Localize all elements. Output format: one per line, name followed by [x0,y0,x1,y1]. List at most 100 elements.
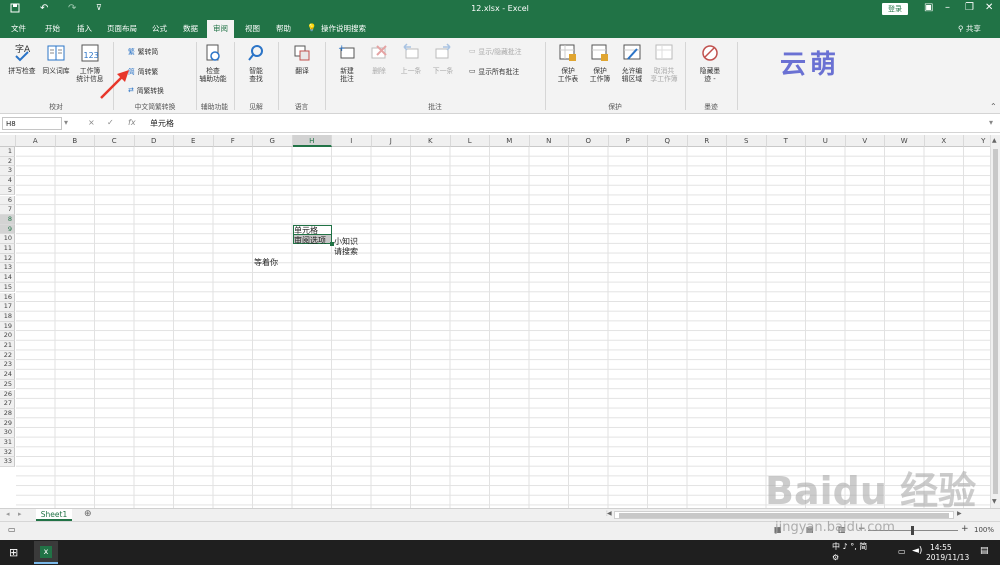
maximize-icon[interactable]: ❐ [965,2,974,13]
column-header-v[interactable]: V [845,135,885,147]
scroll-sheets-left-icon[interactable]: ◂ [6,510,10,518]
column-header-m[interactable]: M [490,135,530,147]
tab-help[interactable]: 帮助 [276,23,291,34]
enter-icon[interactable]: ✓ [107,118,114,127]
scroll-sheets-right-icon[interactable]: ▸ [18,510,22,518]
column-header-c[interactable]: C [95,135,135,147]
select-all-corner[interactable] [0,135,16,147]
share-button[interactable]: ⚲ 共享 [958,23,981,34]
vertical-scroll-thumb[interactable] [993,149,998,494]
name-box[interactable]: H8 [2,117,62,130]
next-comment-button[interactable]: 下一条 [428,43,458,75]
tell-me-search[interactable]: 操作说明搜索 [321,23,366,34]
column-header-y[interactable]: Y [964,135,990,147]
ime-indicator[interactable]: 中 ♪ °, 简 [832,541,867,552]
previous-comment-button[interactable]: 上一条 [396,43,426,75]
row-header-13[interactable]: 13 [0,263,15,274]
row-header-9[interactable]: 9 [0,224,15,235]
column-header-s[interactable]: S [727,135,767,147]
translate-button[interactable]: 翻译 [286,43,318,75]
column-header-o[interactable]: O [569,135,609,147]
delete-comment-button[interactable]: 删除 [365,43,393,75]
spreadsheet-grid[interactable]: ABCDEFGHIJKLMNOPQRSTUVWXY 1 2 3 4 5 6 7 8 9 10 11 1… [0,135,990,508]
vertical-scrollbar[interactable]: ▲ ▼ [990,135,1000,508]
collapse-ribbon-icon[interactable]: ⌃ [990,102,997,111]
column-header-n[interactable]: N [529,135,569,147]
spelling-button[interactable]: 字A 拼写检查 [6,43,38,75]
zoom-slider-thumb[interactable] [911,526,914,535]
column-header-t[interactable]: T [766,135,806,147]
tab-file[interactable]: 文件 [11,23,26,34]
tab-view[interactable]: 视图 [245,23,260,34]
login-button[interactable]: 登录 [882,3,908,15]
scroll-down-icon[interactable]: ▼ [992,498,997,505]
column-header-u[interactable]: U [806,135,846,147]
row-header-28[interactable]: 28 [0,408,15,419]
check-accessibility-button[interactable]: 检查 辅助功能 [195,43,231,83]
column-header-q[interactable]: Q [648,135,688,147]
row-header-11[interactable]: 11 [0,244,15,254]
row-header-3[interactable]: 3 [0,166,15,177]
row-header-20[interactable]: 20 [0,331,15,341]
network-icon[interactable]: ▭ [898,547,906,556]
column-header-i[interactable]: I [332,135,372,147]
thesaurus-button[interactable]: 同义词库 [40,43,72,75]
row-header-16[interactable]: 16 [0,292,15,303]
insert-function-icon[interactable]: fx [128,118,136,127]
column-header-x[interactable]: X [924,135,964,147]
name-box-dropdown-icon[interactable]: ▾ [64,118,68,127]
row-header-6[interactable]: 6 [0,195,15,206]
formula-input[interactable]: 单元格 [150,118,174,129]
cell-h9[interactable]: 审阅选项 [294,235,326,246]
ribbon-display-icon[interactable]: ▣ [924,2,933,13]
new-comment-button[interactable]: + 新建 批注 [332,43,362,83]
protect-workbook-button[interactable]: 保护 工作簿 [585,43,615,83]
minimize-icon[interactable]: – [945,2,950,13]
tab-data[interactable]: 数据 [183,23,198,34]
column-header-f[interactable]: F [213,135,253,147]
scroll-left-icon[interactable]: ◀ [607,510,612,517]
show-hide-comment-button[interactable]: ▭ 显示/隐藏批注 [469,46,522,56]
row-header-18[interactable]: 18 [0,311,15,322]
row-header-2[interactable]: 2 [0,156,15,167]
scroll-up-icon[interactable]: ▲ [992,137,997,144]
notifications-icon[interactable]: ▤ [980,546,989,556]
column-header-a[interactable]: A [16,135,56,147]
row-header-26[interactable]: 26 [0,389,15,400]
row-header-8[interactable]: 8 [0,214,15,225]
tab-home[interactable]: 开始 [45,23,60,34]
sheet-tab-sheet1[interactable]: Sheet1 [36,509,72,521]
row-header-30[interactable]: 30 [0,428,15,438]
row-header-1[interactable]: 1 [0,147,15,157]
protect-sheet-button[interactable]: 保护 工作表 [552,43,584,83]
allow-edit-ranges-button[interactable]: 允许编 辑区域 [617,43,647,83]
row-header-14[interactable]: 14 [0,273,15,283]
column-header-b[interactable]: B [55,135,95,147]
column-header-h[interactable]: H [292,135,332,147]
zoom-in-icon[interactable]: + [961,524,969,534]
column-header-p[interactable]: P [608,135,648,147]
cancel-icon[interactable]: × [88,118,95,127]
show-all-comments-button[interactable]: ▭ 显示所有批注 [469,66,519,76]
tab-page-layout[interactable]: 页面布局 [107,23,137,34]
row-header-21[interactable]: 21 [0,341,15,351]
expand-formula-icon[interactable]: ▾ [989,118,993,127]
row-header-10[interactable]: 10 [0,234,15,244]
row-header-4[interactable]: 4 [0,176,15,186]
row-header-22[interactable]: 22 [0,350,15,361]
cell-g11[interactable]: 等着你 [254,257,278,268]
row-header-12[interactable]: 12 [0,253,15,264]
row-header-25[interactable]: 25 [0,379,15,390]
zoom-level[interactable]: 100% [974,526,994,534]
excel-taskbar-button[interactable]: x [34,541,58,564]
row-header-29[interactable]: 29 [0,418,15,429]
ime-settings-icon[interactable]: ⚙ [832,553,839,562]
unshare-workbook-button[interactable]: 取消共 享工作簿 [648,43,680,83]
cell-area[interactable] [16,147,990,508]
hide-ink-button[interactable]: 隐藏墨 迹 - [693,43,727,83]
column-header-g[interactable]: G [253,135,293,147]
clock-time[interactable]: 14:55 [930,543,952,552]
row-header-27[interactable]: 27 [0,399,15,409]
row-header-33[interactable]: 33 [0,457,15,468]
column-header-r[interactable]: R [687,135,727,147]
